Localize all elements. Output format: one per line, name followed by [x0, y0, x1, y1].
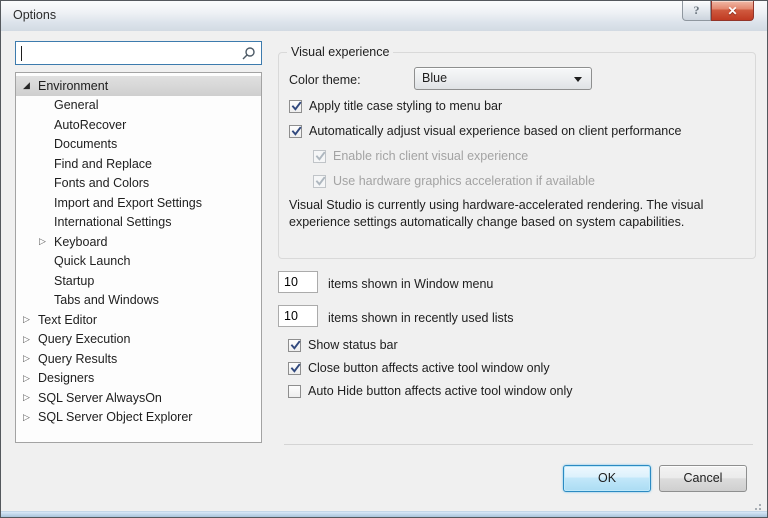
- resize-grip[interactable]: [751, 504, 753, 506]
- cancel-button[interactable]: Cancel: [659, 465, 747, 492]
- tree-item-label: Import and Export Settings: [54, 196, 202, 210]
- tree-expand-icon[interactable]: ▷: [22, 354, 38, 363]
- tree-item-label: Keyboard: [54, 235, 108, 249]
- checked-checkbox[interactable]: [289, 100, 302, 113]
- checkbox-label: Use hardware graphics acceleration if av…: [333, 174, 595, 188]
- checkbox-label: Close button affects active tool window …: [308, 361, 550, 375]
- tree-item-text-editor[interactable]: ▷Text Editor: [16, 310, 261, 330]
- recent-lists-items-row: items shown in recently used lists: [278, 305, 514, 327]
- text-caret: [21, 46, 22, 61]
- tree-item-label: Startup: [54, 274, 94, 288]
- tree-item-autorecover[interactable]: AutoRecover: [16, 115, 261, 135]
- checked-checkbox[interactable]: [288, 362, 301, 375]
- tree-item-label: Documents: [54, 137, 117, 151]
- options-dialog: Options ? ✕ ◢Environment General AutoRecov…: [0, 0, 768, 518]
- tree-item-general[interactable]: General: [16, 96, 261, 116]
- tree-item-fonts-and-colors[interactable]: Fonts and Colors: [16, 174, 261, 194]
- color-theme-dropdown[interactable]: Blue: [414, 67, 592, 90]
- tree-item-label: Environment: [38, 79, 108, 93]
- tree-item-label: Find and Replace: [54, 157, 152, 171]
- search-icon: [241, 46, 256, 61]
- tree-item-label: SQL Server AlwaysOn: [38, 391, 162, 405]
- tree-item-documents[interactable]: Documents: [16, 135, 261, 155]
- tree-item-query-results[interactable]: ▷Query Results: [16, 349, 261, 369]
- checkbox-label: Enable rich client visual experience: [333, 149, 528, 163]
- search-box: [15, 41, 262, 65]
- tree-item-designers[interactable]: ▷Designers: [16, 369, 261, 389]
- checkbox-label: Apply title case styling to menu bar: [309, 99, 502, 113]
- search-input[interactable]: [16, 42, 261, 64]
- tree-expand-icon[interactable]: ▷: [22, 315, 38, 324]
- checkbox-row-use-hardware-graphics-acceleration-if-available: Use hardware graphics acceleration if av…: [313, 174, 681, 188]
- window-title: Options: [13, 8, 56, 22]
- tree-item-query-execution[interactable]: ▷Query Execution: [16, 330, 261, 350]
- color-theme-label: Color theme:: [289, 69, 361, 92]
- checkbox-row-auto-hide-button-affects-active-tool-window-only: Auto Hide button affects active tool win…: [288, 384, 573, 398]
- tree-expand-icon[interactable]: ▷: [22, 393, 38, 402]
- ok-button[interactable]: OK: [563, 465, 651, 492]
- help-icon: ?: [694, 3, 700, 18]
- checkbox-label: Show status bar: [308, 338, 398, 352]
- checked-checkbox[interactable]: [288, 339, 301, 352]
- tree-item-label: Quick Launch: [54, 254, 130, 268]
- tree-expand-icon[interactable]: ▷: [22, 374, 38, 383]
- tree-item-label: General: [54, 98, 98, 112]
- tree-expand-icon[interactable]: ▷: [22, 335, 38, 344]
- tree-expand-icon[interactable]: ▷: [22, 413, 38, 422]
- checkbox-row-show-status-bar: Show status bar: [288, 338, 573, 352]
- tree-item-label: Text Editor: [38, 313, 97, 327]
- visual-experience-checkboxes: Apply title case styling to menu bar Auto…: [289, 99, 681, 199]
- tree-expand-icon[interactable]: ▷: [38, 237, 54, 246]
- checkbox-row-apply-title-case-styling-to-menu-bar: Apply title case styling to menu bar: [289, 99, 681, 113]
- window-bottom-frame: [1, 511, 767, 517]
- recent-lists-items-label: items shown in recently used lists: [328, 307, 514, 325]
- tree-item-sql-server-alwayson[interactable]: ▷SQL Server AlwaysOn: [16, 388, 261, 408]
- close-icon: ✕: [727, 4, 737, 18]
- color-theme-value: Blue: [422, 71, 447, 85]
- caption-buttons: ? ✕: [682, 1, 754, 21]
- checked-checkbox: [313, 150, 326, 163]
- tree-item-tabs-and-windows[interactable]: Tabs and Windows: [16, 291, 261, 311]
- tree-item-sql-server-object-explorer[interactable]: ▷SQL Server Object Explorer: [16, 408, 261, 428]
- tree-item-find-and-replace[interactable]: Find and Replace: [16, 154, 261, 174]
- window-menu-items-row: items shown in Window menu: [278, 271, 493, 293]
- group-title: Visual experience: [287, 45, 393, 59]
- rendering-note: Visual Studio is currently using hardwar…: [289, 197, 751, 231]
- checked-checkbox[interactable]: [289, 125, 302, 138]
- footer-separator: [284, 444, 753, 445]
- dialog-content: ◢Environment General AutoRecover Documents F…: [1, 31, 767, 517]
- options-tree: ◢Environment General AutoRecover Documents F…: [15, 72, 262, 443]
- checkbox-label: Auto Hide button affects active tool win…: [308, 384, 573, 398]
- checked-checkbox: [313, 175, 326, 188]
- tree-item-label: SQL Server Object Explorer: [38, 410, 192, 424]
- window-menu-items-input[interactable]: [278, 271, 318, 293]
- tree-item-label: International Settings: [54, 215, 171, 229]
- tree-item-label: Tabs and Windows: [54, 293, 159, 307]
- general-checkboxes: Show status bar Close button affects acti…: [288, 338, 573, 407]
- tree-item-international-settings[interactable]: International Settings: [16, 213, 261, 233]
- tree-item-startup[interactable]: Startup: [16, 271, 261, 291]
- tree-item-label: AutoRecover: [54, 118, 126, 132]
- tree-item-quick-launch[interactable]: Quick Launch: [16, 252, 261, 272]
- checkbox-row-close-button-affects-active-tool-window-only: Close button affects active tool window …: [288, 361, 573, 375]
- tree-item-environment[interactable]: ◢Environment: [16, 76, 261, 96]
- tree-item-label: Query Results: [38, 352, 117, 366]
- checkbox-label: Automatically adjust visual experience b…: [309, 124, 681, 138]
- recent-lists-items-input[interactable]: [278, 305, 318, 327]
- close-button[interactable]: ✕: [711, 1, 754, 21]
- chevron-down-icon: [574, 77, 582, 82]
- tree-item-label: Fonts and Colors: [54, 176, 149, 190]
- tree-collapse-icon[interactable]: ◢: [22, 81, 38, 90]
- visual-experience-group: Visual experience Color theme: Blue Appl…: [278, 52, 756, 259]
- titlebar: Options: [1, 1, 767, 31]
- tree-item-import-and-export-settings[interactable]: Import and Export Settings: [16, 193, 261, 213]
- tree-item-keyboard[interactable]: ▷Keyboard: [16, 232, 261, 252]
- help-button[interactable]: ?: [682, 1, 711, 21]
- window-menu-items-label: items shown in Window menu: [328, 273, 493, 291]
- checkbox-row-automatically-adjust-visual-experience-based-on-client-performance: Automatically adjust visual experience b…: [289, 124, 681, 138]
- tree-item-label: Designers: [38, 371, 94, 385]
- checkbox-row-enable-rich-client-visual-experience: Enable rich client visual experience: [313, 149, 681, 163]
- tree-item-label: Query Execution: [38, 332, 130, 346]
- unchecked-checkbox[interactable]: [288, 385, 301, 398]
